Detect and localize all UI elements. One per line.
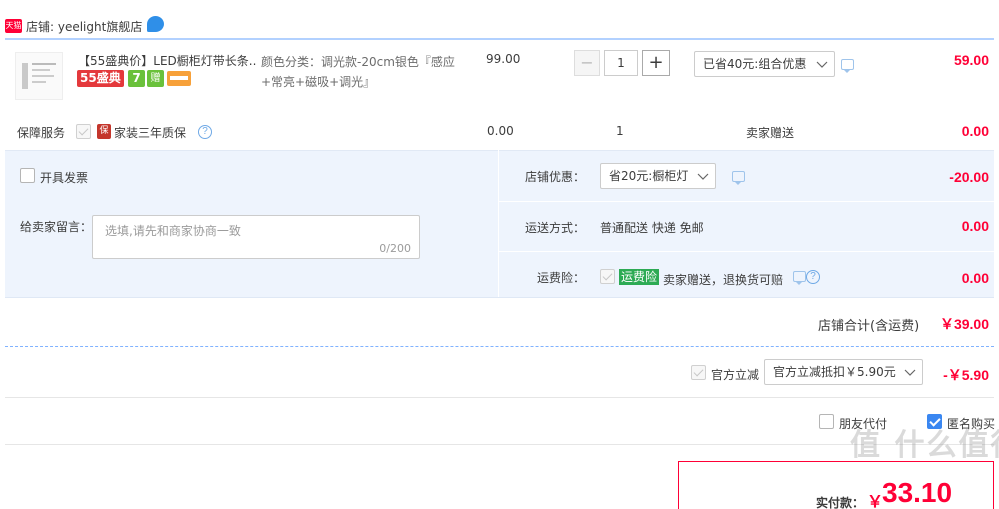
- final-currency: ￥: [867, 492, 884, 509]
- official-discount-label: 官方立减: [711, 368, 760, 382]
- item-row: 【55盛典价】LED橱柜灯带长条... 55盛典 7 赠 颜色分类：调光款-20…: [5, 40, 994, 150]
- final-label: 实付款：: [816, 496, 865, 509]
- seven-day-return-icon: 7: [128, 70, 145, 87]
- chevron-down-icon: [816, 61, 828, 68]
- shop-discount-select[interactable]: 省20元:橱柜灯: [600, 163, 716, 189]
- insurance-checkbox[interactable]: [600, 269, 615, 284]
- insurance-amount: 0.00: [961, 270, 989, 286]
- message-counter: 0/200: [379, 242, 411, 255]
- gift-icon: 赠: [147, 70, 164, 87]
- shop-discount-value: 省20元:橱柜灯: [609, 169, 689, 183]
- invoice-checkbox[interactable]: [20, 168, 35, 183]
- shop-discount-amount: -20.00: [949, 169, 989, 185]
- unit-price: 99.00: [486, 52, 521, 66]
- shop-total-amount: ￥39.00: [939, 316, 989, 332]
- service-qty: 1: [616, 124, 624, 138]
- invoice-label[interactable]: 开具发票: [40, 169, 88, 186]
- message-icon[interactable]: [793, 271, 806, 285]
- service-total: 0.00: [961, 123, 989, 139]
- wangwang-chat-icon[interactable]: [147, 16, 164, 32]
- quantity-input[interactable]: 1: [604, 50, 638, 76]
- shipping-label: 运送方式：: [525, 221, 586, 235]
- final-amount: 33.10: [882, 477, 953, 508]
- shop-name-link[interactable]: 店铺: yeelight旗舰店: [26, 18, 142, 35]
- message-label: 给卖家留言：: [20, 220, 93, 234]
- official-discount-checkbox[interactable]: [691, 365, 706, 380]
- service-checkbox[interactable]: [76, 124, 91, 139]
- warranty-badge-icon: 保: [97, 124, 111, 139]
- shop-total-label: 店铺合计(含运费): [818, 319, 920, 334]
- warranty-name: 家装三年质保: [114, 126, 187, 140]
- insurance-text: 卖家赠送，退换货可赔: [663, 273, 784, 287]
- message-icon[interactable]: [841, 59, 854, 73]
- chevron-down-icon: [697, 173, 709, 180]
- shipping-amount: 0.00: [961, 218, 989, 234]
- quantity-minus-button[interactable]: −: [574, 50, 600, 76]
- message-textarea[interactable]: 选填,请先和商家协商一致 0/200: [92, 215, 420, 259]
- chevron-down-icon: [904, 369, 916, 376]
- product-thumbnail[interactable]: [15, 52, 63, 100]
- festival-tag: 55盛典: [77, 70, 124, 87]
- message-icon[interactable]: [732, 171, 745, 185]
- official-discount-select[interactable]: 官方立减抵扣￥5.90元: [764, 359, 923, 385]
- insurance-label: 运费险：: [537, 271, 586, 285]
- shop-discount-label: 店铺优惠：: [525, 170, 586, 184]
- quantity-stepper: − 1 +: [574, 50, 670, 76]
- watermark: 值 什么值得买: [850, 428, 999, 463]
- help-icon[interactable]: ?: [806, 270, 820, 284]
- shipping-value: 普通配送 快递 免邮: [600, 221, 704, 235]
- service-gift-label: 卖家赠送: [746, 126, 795, 140]
- message-placeholder: 选填,请先和商家协商一致: [105, 224, 241, 238]
- official-discount-amount: -￥5.90: [943, 367, 989, 383]
- product-title-link[interactable]: 【55盛典价】LED橱柜灯带长条...: [78, 52, 256, 69]
- help-icon[interactable]: ?: [198, 125, 212, 139]
- service-label: 保障服务: [17, 126, 66, 140]
- item-total: 59.00: [953, 52, 989, 68]
- card-icon: [167, 71, 191, 86]
- quantity-plus-button[interactable]: +: [642, 50, 670, 76]
- combo-discount-value: 已省40元:组合优惠: [703, 57, 807, 71]
- insurance-tag: 运费险: [619, 269, 660, 285]
- tmall-badge: 天猫: [5, 19, 22, 33]
- friend-pay-checkbox[interactable]: [819, 414, 834, 429]
- combo-discount-select[interactable]: 已省40元:组合优惠: [694, 51, 835, 77]
- service-price: 0.00: [487, 124, 514, 138]
- sku-description: 颜色分类：调光款-20cm银色『感应+常亮+磁吸+调光』: [261, 55, 455, 89]
- payment-summary-box: 实付款： ￥ 33.10: [678, 461, 994, 509]
- official-discount-value: 官方立减抵扣￥5.90元: [773, 365, 896, 379]
